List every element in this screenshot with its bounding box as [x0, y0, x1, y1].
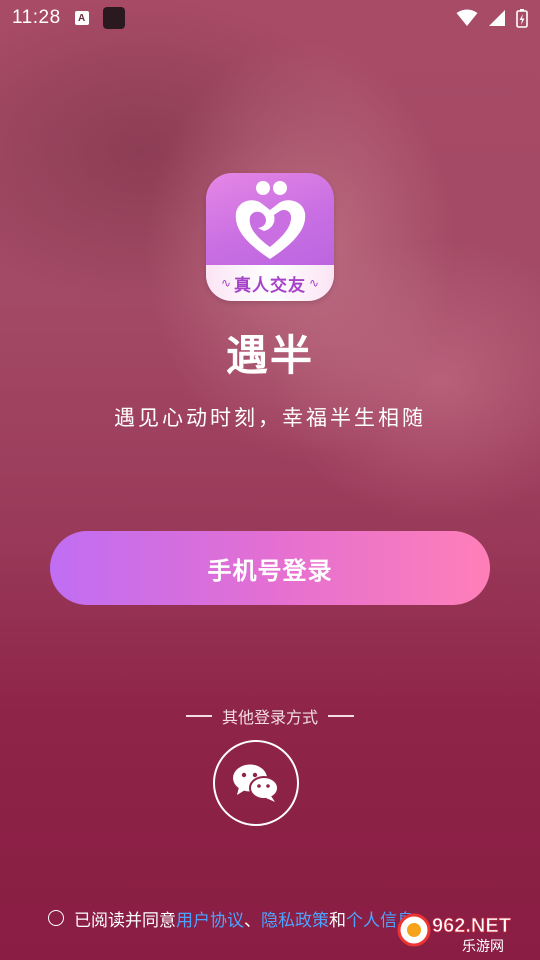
app-tagline: 遇见心动时刻，幸福半生相随: [114, 407, 426, 430]
wifi-icon: [456, 9, 478, 26]
agreement-separator: 、: [244, 910, 261, 930]
agreement-row: 已阅读并同意 用户协议 、 隐私政策 和 个人信息: [48, 906, 414, 930]
cellular-signal-icon: [489, 10, 505, 26]
app-logo: ∿ 真人交友 ∿: [206, 173, 334, 301]
other-login-label: 其他登录方式: [221, 710, 318, 727]
divider-line-left: [185, 715, 212, 717]
notification-a-icon: A: [74, 11, 89, 25]
agreement-prefix: 已阅读并同意: [74, 910, 176, 930]
agreement-conjunction: 和: [329, 910, 346, 930]
heart-logo-icon: [235, 181, 306, 259]
logo-band-text: 真人交友: [234, 275, 306, 295]
divider-line-right: [328, 715, 354, 717]
agreement-checkbox[interactable]: [48, 910, 64, 926]
wechat-icon: [233, 764, 279, 802]
battery-charging-icon: [516, 9, 528, 28]
other-login-divider: 其他登录方式: [0, 704, 540, 728]
logo-right-deco-icon: ∿: [309, 276, 320, 290]
notification-app-icon: [102, 7, 125, 29]
app-name: 遇半: [225, 332, 314, 379]
watermark-brand: 962.NET: [432, 915, 511, 937]
wechat-login-button[interactable]: [213, 740, 299, 826]
status-right: [456, 8, 528, 28]
phone-login-button[interactable]: 手机号登录: [50, 531, 490, 605]
logo-left-deco-icon: ∿: [220, 276, 231, 290]
status-time: 11:28: [12, 7, 61, 28]
watermark-subtitle: 乐游网: [462, 938, 504, 954]
site-watermark: 962.NET 乐游网: [397, 913, 511, 954]
status-bar: 11:28 A: [0, 0, 540, 36]
user-agreement-link[interactable]: 用户协议: [176, 906, 244, 931]
privacy-policy-link[interactable]: 隐私政策: [261, 906, 329, 931]
logo-band: ∿ 真人交友 ∿: [206, 265, 334, 301]
status-left: 11:28 A: [12, 7, 125, 29]
